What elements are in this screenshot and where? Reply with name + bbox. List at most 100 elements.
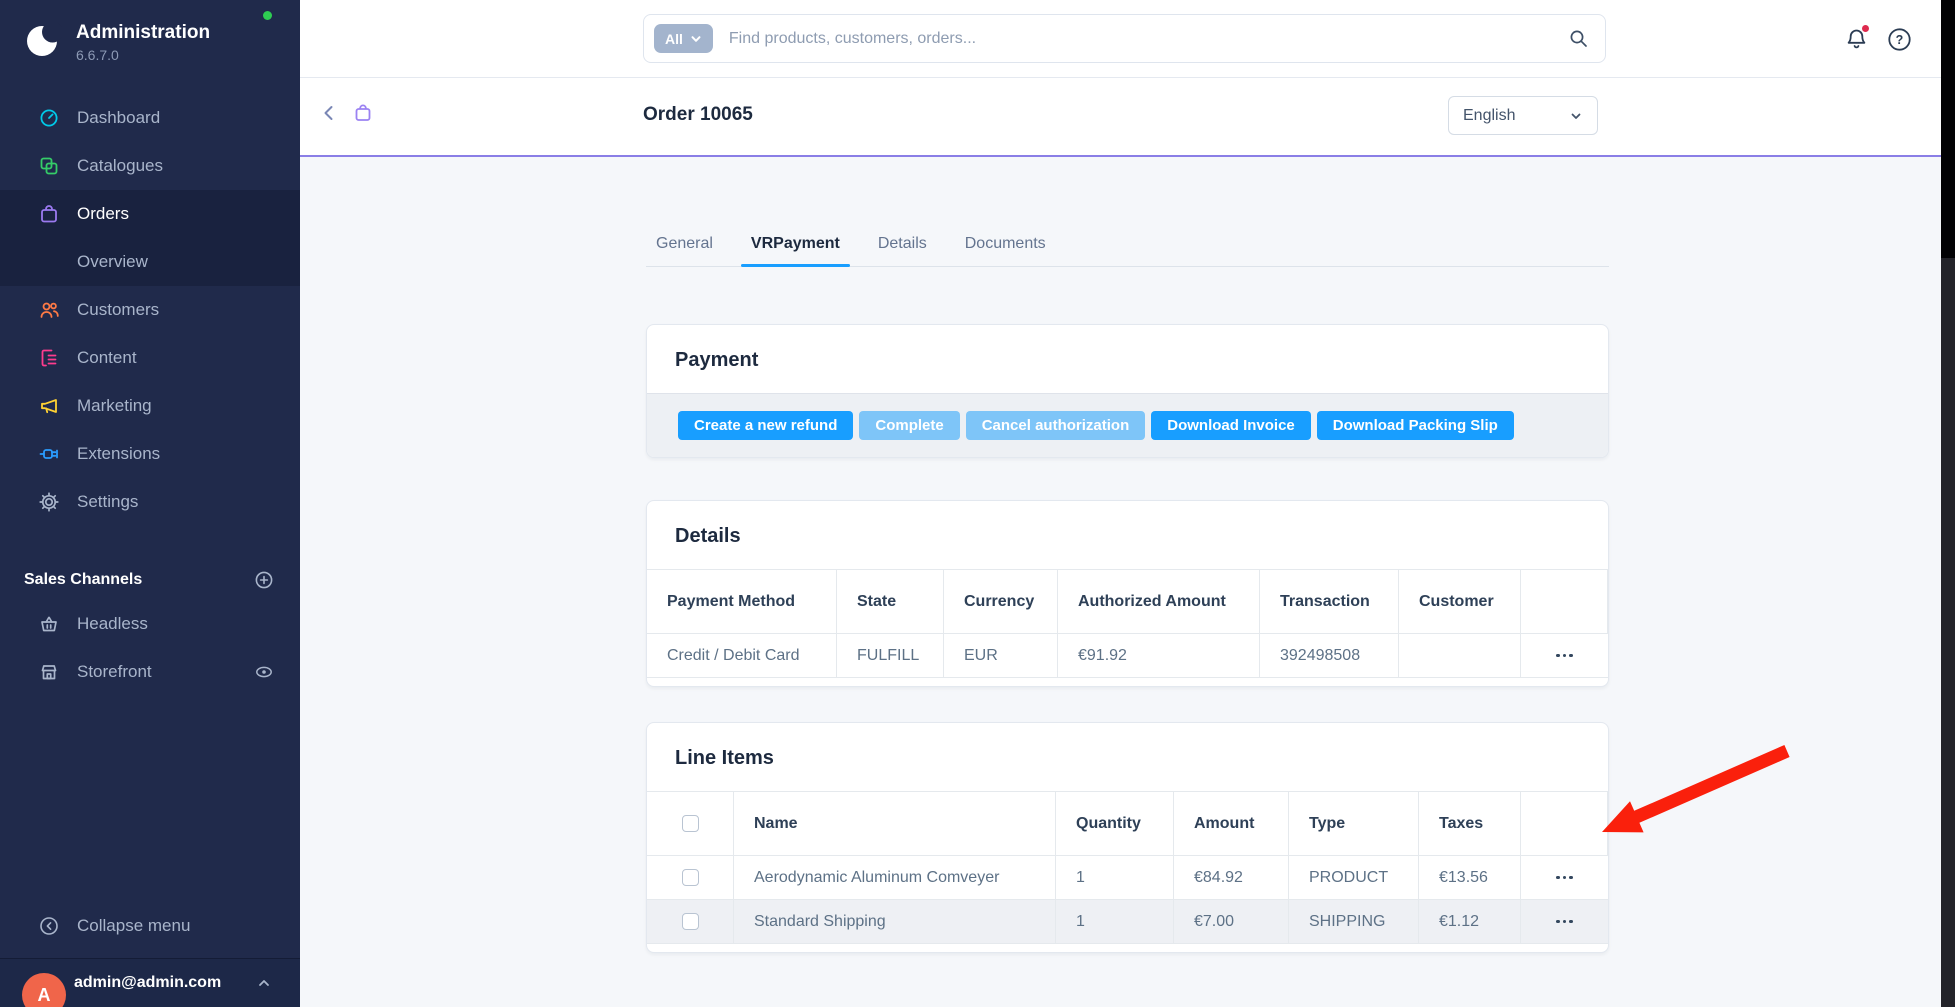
- scrollbar-track[interactable]: [1941, 0, 1955, 1007]
- shopware-admin-app: Administration 6.6.7.0 Dashboard Catalog…: [0, 0, 1955, 1007]
- sidebar-item-dashboard[interactable]: Dashboard: [0, 94, 300, 142]
- download-packing-slip-button[interactable]: Download Packing Slip: [1317, 411, 1514, 440]
- sidebar-active-group: Orders Overview: [0, 190, 300, 286]
- content-area: General VRPayment Details Documents Paym…: [300, 157, 1955, 1005]
- customers-icon: [38, 299, 60, 321]
- column-header-actions: [1521, 792, 1608, 856]
- cell-amount: €84.92: [1174, 856, 1289, 900]
- sidebar-item-marketing[interactable]: Marketing: [0, 382, 300, 430]
- sidebar-item-overview[interactable]: Overview: [0, 238, 300, 286]
- storefront-icon: [38, 661, 60, 683]
- tab-documents[interactable]: Documents: [955, 235, 1056, 266]
- scrollbar-thumb[interactable]: [1941, 0, 1955, 258]
- sidebar-item-label: Content: [77, 348, 137, 368]
- sidebar-item-headless[interactable]: Headless: [0, 600, 300, 648]
- add-sales-channel-icon[interactable]: [254, 570, 274, 590]
- sidebar-item-storefront[interactable]: Storefront: [0, 648, 300, 696]
- smart-bar: Order 10065 English: [300, 78, 1955, 157]
- shopware-logo-icon: [24, 22, 62, 60]
- download-invoice-button[interactable]: Download Invoice: [1151, 411, 1311, 440]
- cell-state: FULFILL: [837, 634, 944, 678]
- row-checkbox[interactable]: [682, 913, 699, 930]
- collapse-menu-button[interactable]: Collapse menu: [0, 902, 300, 950]
- svg-text:?: ?: [1896, 33, 1904, 47]
- settings-icon: [38, 491, 60, 513]
- row-checkbox[interactable]: [682, 869, 699, 886]
- details-card-title: Details: [647, 501, 1608, 569]
- search-filter-label: All: [665, 31, 683, 47]
- sidebar-item-label: Headless: [77, 614, 274, 634]
- create-refund-button[interactable]: Create a new refund: [678, 411, 853, 440]
- sidebar-item-orders[interactable]: Orders: [0, 190, 300, 238]
- column-header: Amount: [1174, 792, 1289, 856]
- notifications-button[interactable]: [1843, 26, 1870, 53]
- page-title: Order 10065: [643, 104, 753, 126]
- cell-amount: €7.00: [1174, 900, 1289, 944]
- catalogues-icon: [38, 155, 60, 177]
- context-menu-icon[interactable]: [1552, 648, 1577, 664]
- sidebar-item-catalogues[interactable]: Catalogues: [0, 142, 300, 190]
- language-select[interactable]: English: [1448, 96, 1598, 135]
- cell-authorized-amount: €91.92: [1058, 634, 1260, 678]
- cell-taxes: €1.12: [1419, 900, 1521, 944]
- tab-bar: General VRPayment Details Documents: [646, 235, 1609, 267]
- sidebar-item-extensions[interactable]: Extensions: [0, 430, 300, 478]
- accent-line: [300, 155, 1955, 157]
- cell-customer: [1399, 634, 1521, 678]
- complete-button[interactable]: Complete: [859, 411, 959, 440]
- sidebar-spacer: [0, 696, 300, 902]
- search-filter-dropdown[interactable]: All: [654, 24, 713, 53]
- collapse-icon: [38, 915, 60, 937]
- context-menu-icon[interactable]: [1552, 870, 1577, 886]
- orders-icon: [38, 203, 60, 225]
- column-header: Transaction: [1260, 570, 1399, 634]
- back-button[interactable]: [318, 102, 340, 124]
- row-actions: [1521, 634, 1608, 678]
- column-header: Customer: [1399, 570, 1521, 634]
- row-actions: [1521, 856, 1608, 900]
- line-items-table: Name Quantity Amount Type Taxes Aerodyna…: [647, 791, 1608, 900]
- sidebar-item-content[interactable]: Content: [0, 334, 300, 382]
- payment-card: Payment Create a new refund Complete Can…: [646, 324, 1609, 458]
- global-search: All: [643, 14, 1606, 63]
- cell-name: Standard Shipping: [734, 900, 1056, 944]
- context-menu-icon[interactable]: [1552, 914, 1577, 930]
- tab-vrpayment[interactable]: VRPayment: [741, 235, 850, 266]
- column-header: Payment Method: [647, 570, 837, 634]
- column-header: State: [837, 570, 944, 634]
- help-button[interactable]: ?: [1886, 26, 1913, 53]
- column-header: Authorized Amount: [1058, 570, 1260, 634]
- user-menu[interactable]: A admin@admin.com: [0, 958, 300, 1007]
- sidebar-item-label: Settings: [77, 492, 138, 512]
- tab-general[interactable]: General: [646, 235, 723, 266]
- cell-name: Aerodynamic Aluminum Comveyer: [734, 856, 1056, 900]
- sidebar-header: Administration 6.6.7.0: [0, 0, 300, 94]
- sidebar: Administration 6.6.7.0 Dashboard Catalog…: [0, 0, 300, 1007]
- column-header: Taxes: [1419, 792, 1521, 856]
- topbar-actions: ?: [1843, 26, 1913, 53]
- sidebar-item-label: Extensions: [77, 444, 160, 464]
- chevron-left-icon: [318, 102, 340, 124]
- language-selected: English: [1463, 107, 1569, 125]
- app-title: Administration: [76, 22, 210, 44]
- sidebar-item-label: Customers: [77, 300, 159, 320]
- avatar: A: [22, 973, 66, 1007]
- sidebar-item-customers[interactable]: Customers: [0, 286, 300, 334]
- cell-type: PRODUCT: [1289, 856, 1419, 900]
- order-module-icon: [352, 102, 374, 124]
- column-header: Name: [734, 792, 1056, 856]
- search-icon[interactable]: [1568, 28, 1589, 49]
- search-input[interactable]: [729, 30, 1568, 48]
- eye-icon[interactable]: [254, 662, 274, 682]
- cancel-authorization-button[interactable]: Cancel authorization: [966, 411, 1146, 440]
- sidebar-item-label: Catalogues: [77, 156, 163, 176]
- tab-details[interactable]: Details: [868, 235, 937, 266]
- sidebar-item-settings[interactable]: Settings: [0, 478, 300, 526]
- sidebar-item-label: Overview: [77, 252, 148, 272]
- payment-card-title: Payment: [647, 325, 1608, 393]
- column-header: Type: [1289, 792, 1419, 856]
- row-select: [647, 900, 734, 944]
- line-items-table-row: Standard Shipping 1 €7.00 SHIPPING €1.12: [647, 900, 1608, 944]
- sidebar-item-label: Orders: [77, 204, 129, 224]
- select-all-checkbox[interactable]: [682, 815, 699, 832]
